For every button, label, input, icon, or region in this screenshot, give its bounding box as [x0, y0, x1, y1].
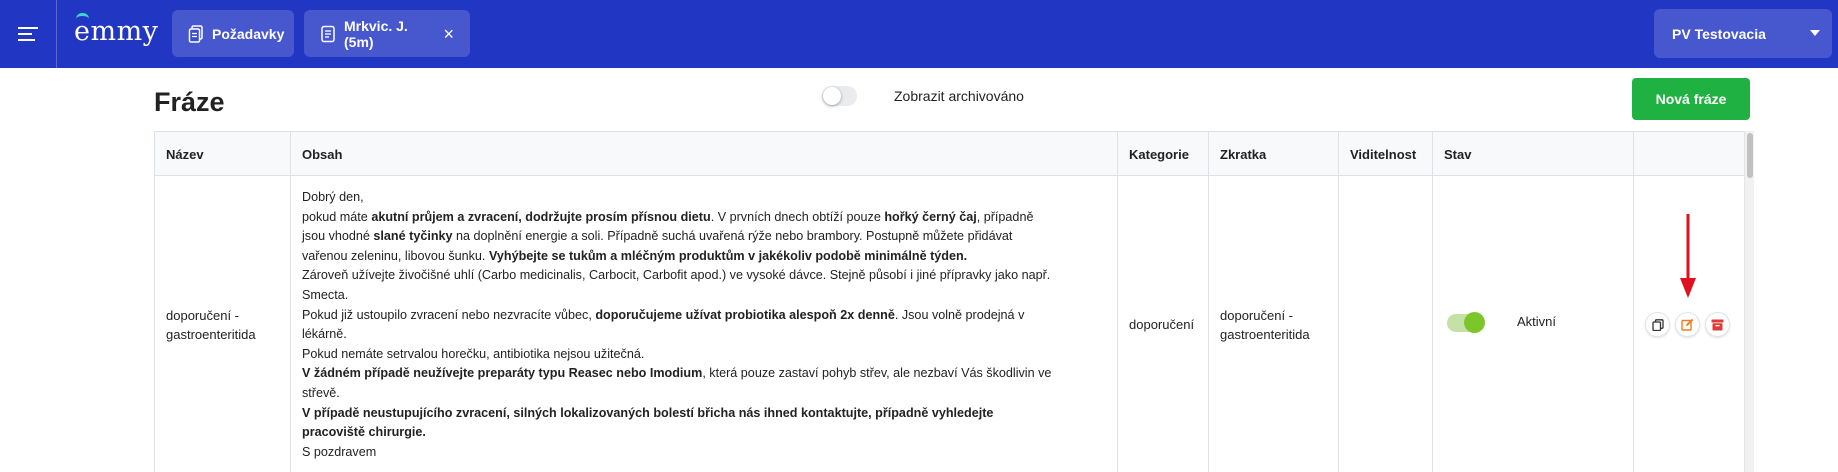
tab-pozadavky[interactable]: Požadavky: [172, 10, 294, 57]
menu-button[interactable]: [0, 0, 57, 68]
content-line: V případě neustupujícího zvracení, silný…: [302, 404, 1109, 424]
archive-toggle-label: Zobrazit archivováno: [894, 88, 1024, 104]
workplace-select-value: PV Testovacia: [1672, 25, 1766, 42]
content-text: Pokud nemáte setrvalou horečku, antibiot…: [302, 346, 645, 361]
content-text: střevě.: [302, 385, 340, 400]
archive-icon: [1711, 319, 1724, 330]
content-line: V žádném případě neužívejte preparáty ty…: [302, 364, 1109, 384]
content-line: střevě.: [302, 384, 1109, 404]
content-line: vařenou zeleninu, libovou šunku. Vyhýbej…: [302, 247, 1109, 267]
copy-icon: [1651, 318, 1664, 331]
content-line: pokud máte akutní průjem a zvracení, dod…: [302, 208, 1109, 228]
copy-button[interactable]: [1645, 312, 1670, 337]
column-header-category[interactable]: Kategorie: [1118, 132, 1209, 176]
workplace-select[interactable]: PV Testovacia: [1654, 9, 1832, 58]
content-line: lékárně.: [302, 325, 1109, 345]
content-bold-text: slané tyčinky: [373, 229, 453, 244]
cell-shortcut: doporučení - gastroenteritida: [1209, 176, 1339, 472]
content-line: Pokud již ustoupilo zvracení nebo nezvra…: [302, 306, 1109, 326]
content-text: na doplnění energie a soli. Případně suc…: [452, 229, 1013, 244]
close-icon[interactable]: ×: [443, 25, 454, 43]
table-scrollbar[interactable]: [1744, 131, 1754, 472]
chevron-down-icon: [1810, 30, 1820, 36]
content-line: Smecta.: [302, 286, 1109, 306]
cell-name-line: gastroenteritida: [166, 326, 256, 342]
document-icon: [320, 25, 336, 43]
content-bold-text: pracoviště chirurgie.: [302, 425, 426, 440]
new-phrase-button[interactable]: Nová fráze: [1632, 78, 1750, 120]
table-row: doporučení - gastroenteritida Dobrý den,…: [155, 176, 1745, 472]
column-header-name[interactable]: Název: [155, 132, 291, 176]
cell-content: Dobrý den, pokud máte akutní průjem a zvr…: [291, 176, 1118, 472]
content-bold-text: V žádném případě neužívejte preparáty ty…: [302, 366, 703, 381]
tab-label: Mrkvic. J. (5m): [344, 17, 408, 50]
toggle-knob: [1464, 312, 1485, 333]
content-text: jsou vhodné: [302, 229, 374, 244]
column-header-visibility[interactable]: Viditelnost: [1339, 132, 1433, 176]
column-header-actions: [1634, 132, 1745, 176]
cell-visibility: [1339, 176, 1433, 472]
column-header-shortcut[interactable]: Zkratka: [1209, 132, 1339, 176]
column-header-content[interactable]: Obsah: [291, 132, 1118, 176]
content-text: Zároveň užívejte živočišné uhlí (Carbo m…: [302, 268, 1051, 283]
cell-status: Aktivní: [1433, 176, 1634, 472]
content-bold-text: V případě neustupujícího zvracení, silný…: [302, 405, 994, 420]
status-toggle[interactable]: [1447, 312, 1485, 333]
content-bold-text: Vyhýbejte se tukům a mléčným produktům v…: [488, 248, 968, 263]
annotation-arrow-icon: [1680, 214, 1696, 298]
top-bar: emmy Požadavky Mrkvic. J. (5m) × PV Test…: [0, 0, 1838, 68]
logo-text: emmy: [74, 16, 159, 47]
cell-category: doporučení: [1118, 176, 1209, 472]
content-text: Dobrý den,: [302, 190, 364, 204]
content-text: lékárně.: [302, 327, 347, 342]
content-text: . V prvních dnech obtíží pouze: [710, 209, 885, 224]
cell-name: doporučení - gastroenteritida: [155, 176, 291, 472]
content-line: S pozdravem: [302, 443, 1109, 463]
cell-shortcut-line: gastroenteritida: [1220, 326, 1310, 342]
archive-button[interactable]: [1705, 312, 1730, 337]
status-label: Aktivní: [1517, 314, 1557, 329]
cell-name-line: doporučení -: [166, 307, 239, 323]
content-text: S pozdravem: [302, 444, 377, 459]
hamburger-icon: [18, 25, 38, 43]
content-text: . Jsou volně prodejná v: [894, 307, 1025, 322]
column-header-status[interactable]: Stav: [1433, 132, 1634, 176]
content-text: , případně: [976, 209, 1034, 224]
content-text: Pokud již ustoupilo zvracení nebo nezvra…: [302, 307, 596, 322]
cell-shortcut-line: doporučení -: [1220, 307, 1293, 323]
content-text: Smecta.: [302, 287, 349, 302]
content-line: Zároveň užívejte živočišné uhlí (Carbo m…: [302, 266, 1109, 286]
tab-patient[interactable]: Mrkvic. J. (5m) ×: [304, 10, 470, 57]
content-line: Dobrý den,: [302, 188, 1109, 208]
content-text: pokud máte: [302, 209, 372, 224]
page-title: Fráze: [154, 87, 225, 117]
content-bold-text: doporučujeme užívat probiotika alespoň 2…: [595, 307, 895, 322]
phrases-table: Název Obsah Kategorie Zkratka Viditelnos…: [154, 131, 1754, 472]
edit-button[interactable]: [1675, 312, 1700, 337]
content-line: Pokud nemáte setrvalou horečku, antibiot…: [302, 345, 1109, 365]
clipboard-icon: [188, 24, 204, 43]
content-text: vařenou zeleninu, libovou šunku.: [302, 248, 489, 263]
edit-icon: [1681, 318, 1694, 331]
archive-toggle[interactable]: [822, 86, 857, 106]
content-bold-text: akutní průjem a zvracení, dodržujte pros…: [371, 209, 711, 224]
content-line: jsou vhodné slané tyčinky na doplnění en…: [302, 227, 1109, 247]
content-bold-text: hořký černý čaj: [884, 209, 977, 224]
content-line: pracoviště chirurgie.: [302, 423, 1109, 443]
scrollbar-thumb[interactable]: [1747, 133, 1753, 178]
table-header: Název Obsah Kategorie Zkratka Viditelnos…: [155, 132, 1745, 176]
toggle-knob: [823, 87, 841, 105]
content-text: , která pouze zastaví pohyb střev, ale n…: [702, 366, 1052, 381]
tab-label: Požadavky: [212, 25, 285, 42]
